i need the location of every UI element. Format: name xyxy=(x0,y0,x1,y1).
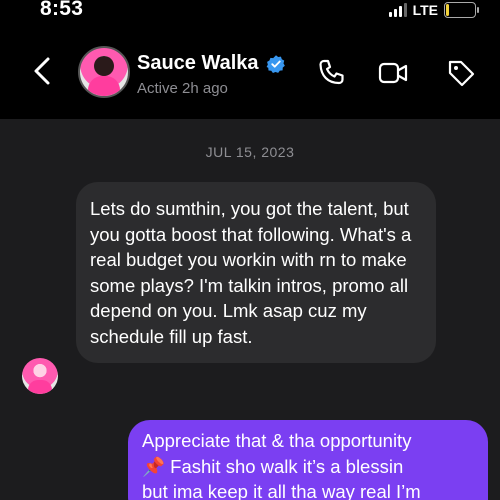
outgoing-message-line: 📌 Fashit sho walk it’s a blessin xyxy=(142,455,404,477)
network-type: LTE xyxy=(412,2,438,18)
verified-badge-icon xyxy=(266,54,285,73)
message-thread[interactable]: JUL 15, 2023 Lets do sumthin, you got th… xyxy=(0,120,500,500)
status-indicators: LTE 10 xyxy=(388,2,479,18)
phone-icon[interactable] xyxy=(316,58,346,88)
conversation-header: Sauce Walka Active 2h ago xyxy=(0,24,500,120)
tag-icon[interactable] xyxy=(446,58,476,88)
video-camera-icon[interactable] xyxy=(378,58,408,88)
sender-avatar[interactable] xyxy=(22,358,58,394)
back-chevron-icon[interactable] xyxy=(30,56,54,86)
status-bar: 8:53 LTE 10 xyxy=(0,0,500,24)
incoming-message-bubble[interactable]: Lets do sumthin, you got the talent, but… xyxy=(76,182,436,363)
contact-name-row[interactable]: Sauce Walka xyxy=(137,52,286,75)
contact-name[interactable]: Sauce Walka xyxy=(137,52,259,75)
contact-avatar[interactable] xyxy=(78,46,130,98)
battery-icon: 10 xyxy=(444,2,479,18)
cellular-signal-icon xyxy=(388,3,407,17)
active-status: Active 2h ago xyxy=(137,80,228,97)
status-time: 8:53 xyxy=(40,0,84,20)
outgoing-message-bubble[interactable]: Appreciate that & tha opportunity 📌 Fash… xyxy=(128,420,488,500)
battery-percent: 10 xyxy=(453,4,467,16)
outgoing-message-line: Appreciate that & tha opportunity xyxy=(142,430,412,451)
battery-level-fill xyxy=(446,4,449,16)
date-separator: JUL 15, 2023 xyxy=(205,144,295,160)
outgoing-message-line: but ima keep it all tha way real I’m xyxy=(142,481,421,500)
